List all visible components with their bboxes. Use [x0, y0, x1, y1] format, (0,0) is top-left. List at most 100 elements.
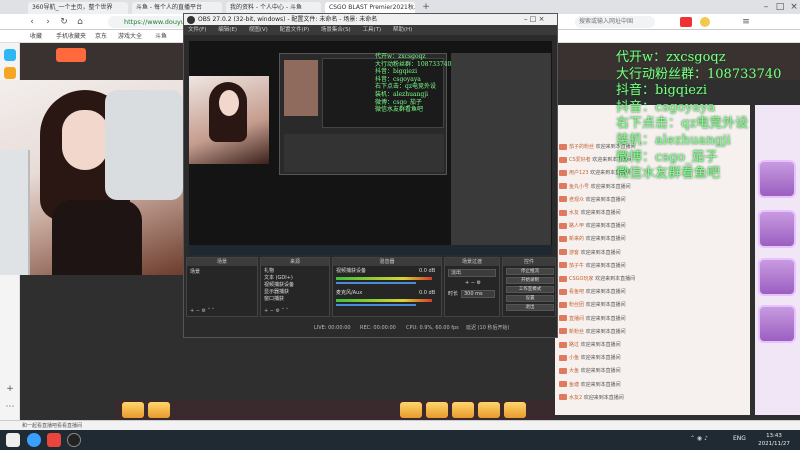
- obs-menu-help[interactable]: 帮助(H): [393, 27, 412, 33]
- windows-start-icon[interactable]: [6, 433, 20, 447]
- source-item[interactable]: 窗口捕获: [264, 296, 284, 303]
- transition-buttons[interactable]: + − ⚙: [465, 280, 481, 287]
- obs-taskbar-icon[interactable]: [67, 433, 81, 447]
- browser-taskbar-icon[interactable]: [27, 433, 41, 447]
- chat-text: 欢迎来到本直播间: [595, 276, 636, 282]
- more-icon[interactable]: ⋯: [4, 401, 16, 413]
- chat-username[interactable]: 路人甲: [569, 223, 584, 229]
- obs-title: OBS 27.0.2 (32-bit, windows) - 配置文件: 未命名…: [198, 16, 378, 23]
- chat-username[interactable]: CS爱好者: [569, 157, 591, 163]
- chat-username[interactable]: 茄子牛: [569, 263, 584, 269]
- bookmark-item[interactable]: 游戏大全: [118, 30, 142, 43]
- source-toolbar[interactable]: + − ⚙ ˄ ˅: [264, 308, 288, 315]
- chat-username[interactable]: 老观众: [569, 197, 584, 203]
- source-item[interactable]: 显示器捕获: [264, 289, 289, 296]
- close-icon[interactable]: ×: [788, 1, 800, 13]
- minimize-icon[interactable]: –: [760, 1, 772, 13]
- bookmark-item[interactable]: 京东: [95, 30, 107, 43]
- settings-button[interactable]: 设置: [506, 295, 554, 302]
- extension-icon[interactable]: [680, 17, 692, 27]
- chat-text: 欢迎来到本直播间: [585, 196, 626, 203]
- chat-username[interactable]: 游客: [569, 250, 579, 256]
- back-icon[interactable]: ‹: [26, 16, 38, 28]
- volume-slider[interactable]: [336, 282, 416, 284]
- bookmark-item[interactable]: 斗鱼: [155, 30, 167, 43]
- transition-select[interactable]: 淡出: [448, 269, 496, 277]
- source-item[interactable]: 视频捕获设备: [264, 282, 294, 289]
- gift-icon[interactable]: [426, 402, 448, 418]
- gift-icon[interactable]: [148, 402, 170, 418]
- chat-username[interactable]: 直播间: [569, 316, 584, 322]
- obs-preview[interactable]: 代开w：zxcsgoqz 大行动粉丝群：108733740 抖音：bigqiez…: [189, 41, 552, 255]
- sidebar-icon[interactable]: [4, 49, 16, 61]
- chat-username[interactable]: 粉丝团: [569, 302, 584, 308]
- chat-username[interactable]: 路过: [569, 342, 579, 348]
- chat-username[interactable]: 用户123: [569, 170, 589, 176]
- exit-button[interactable]: 退出: [506, 304, 554, 311]
- obs-menu-scenes[interactable]: 场景集合(S): [321, 27, 351, 33]
- chat-username[interactable]: 茄子的粉丝: [569, 144, 594, 150]
- star-icon[interactable]: [700, 17, 710, 27]
- scene-item[interactable]: 场景: [190, 269, 200, 276]
- volume-slider[interactable]: [336, 304, 416, 306]
- obs-menu-tools[interactable]: 工具(T): [362, 27, 381, 33]
- chat-username[interactable]: 大鱼: [569, 368, 579, 374]
- chat-username[interactable]: 新粉丝: [569, 329, 584, 335]
- promo-card-icon[interactable]: [758, 210, 796, 248]
- user-badge-icon: [559, 354, 567, 361]
- sidebar-icon[interactable]: [4, 67, 16, 79]
- user-badge-icon: [559, 394, 567, 401]
- system-clock[interactable]: 13:43 2021/11/27: [754, 432, 794, 448]
- source-item[interactable]: 文本 (GDI+): [264, 275, 293, 282]
- studio-mode-button[interactable]: 工作室模式: [506, 286, 554, 293]
- scene-toolbar[interactable]: + − ⚙ ˄ ˅: [190, 308, 214, 315]
- bookmark-item[interactable]: 收藏: [30, 30, 42, 43]
- obs-menu-view[interactable]: 视图(V): [249, 27, 268, 33]
- chat-username[interactable]: 水友2: [569, 395, 582, 401]
- obs-menu-edit[interactable]: 编辑(E): [218, 27, 237, 33]
- chat-username[interactable]: 鱼丸小号: [569, 184, 589, 190]
- stop-streaming-button[interactable]: 停止推流: [506, 268, 554, 275]
- chat-text: 欢迎来到本直播间: [580, 249, 621, 256]
- source-item[interactable]: 礼物: [264, 268, 274, 275]
- windows-taskbar: ⌃ ◉ ♪ ENG 13:43 2021/11/27: [0, 430, 800, 450]
- gift-icon[interactable]: [400, 402, 422, 418]
- chat-username[interactable]: 水友: [569, 210, 579, 216]
- new-tab-icon[interactable]: +: [420, 1, 432, 13]
- user-badge-icon: [559, 222, 567, 229]
- maximize-icon[interactable]: □: [774, 1, 786, 13]
- gift-icon[interactable]: [504, 402, 526, 418]
- add-icon[interactable]: +: [4, 383, 16, 395]
- gift-icon[interactable]: [122, 402, 144, 418]
- chat-username[interactable]: 小鱼: [569, 355, 579, 361]
- duration-input[interactable]: 300 ms: [461, 290, 495, 298]
- promo-card-icon[interactable]: [758, 258, 796, 296]
- gift-icon[interactable]: [478, 402, 500, 418]
- gift-icon[interactable]: [452, 402, 474, 418]
- tab-360[interactable]: 360导航_一个主页，整个世界: [28, 2, 128, 14]
- chat-username[interactable]: CSGO玩家: [569, 276, 593, 282]
- douyu-logo-icon[interactable]: [56, 48, 86, 62]
- streamer-body: [52, 200, 142, 275]
- app-taskbar-icon[interactable]: [47, 433, 61, 447]
- start-recording-button[interactable]: 开始录制: [506, 277, 554, 284]
- volume-meter: [336, 299, 432, 302]
- duration-label: 时长: [448, 291, 459, 297]
- promo-card-icon[interactable]: [758, 305, 796, 343]
- chat-message: 新来的 欢迎来到本直播间: [559, 235, 739, 244]
- tray-icons[interactable]: ⌃ ◉ ♪: [690, 435, 708, 442]
- bookmark-item[interactable]: 手机收藏夹: [56, 30, 86, 43]
- overlay-line: 抖音：csgoyaya: [616, 99, 716, 115]
- refresh-icon[interactable]: ↻: [58, 16, 70, 28]
- obs-menu-file[interactable]: 文件(F): [188, 27, 206, 33]
- obs-menu-profile[interactable]: 配置文件(P): [280, 27, 310, 33]
- search-input[interactable]: 搜索或输入网址中国: [575, 16, 655, 28]
- menu-icon[interactable]: ≡: [740, 16, 752, 28]
- chat-username[interactable]: 鱼塘: [569, 382, 579, 388]
- input-language[interactable]: ENG: [733, 435, 746, 442]
- chat-username[interactable]: 看鱼吧: [569, 289, 584, 295]
- home-icon[interactable]: ⌂: [74, 16, 86, 28]
- chat-username[interactable]: 新来的: [569, 236, 584, 242]
- obs-window-controls[interactable]: – □ ×: [524, 14, 557, 25]
- forward-icon[interactable]: ›: [42, 16, 54, 28]
